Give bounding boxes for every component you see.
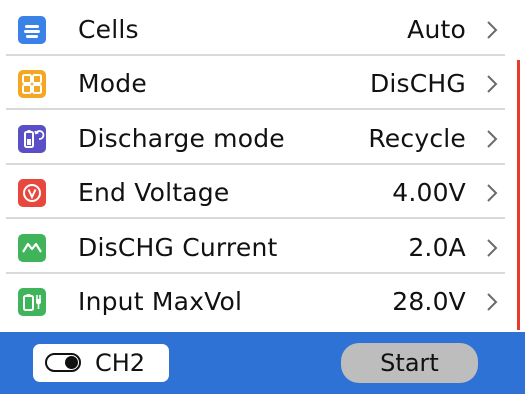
settings-row-mode[interactable]: Mode DisCHG [0,56,515,110]
row-value: DisCHG [369,69,466,98]
row-value: Recycle [368,124,466,153]
chevron-right-icon [485,238,499,258]
settings-row-dischg-current[interactable]: DisCHG Current 2.0A [0,220,515,274]
chevron-right-icon [485,292,499,312]
settings-row-cells[interactable]: Cells Auto [0,2,515,56]
row-value: 2.0A [408,233,466,262]
start-button[interactable]: Start [341,343,478,383]
row-value: 28.0V [392,287,466,316]
row-label: DisCHG Current [78,233,278,262]
mode-grid-icon [18,70,46,98]
row-label: End Voltage [78,178,230,207]
row-value: 4.00V [392,178,466,207]
scrollbar-thumb[interactable] [517,60,520,330]
row-label: Cells [78,15,139,44]
settings-row-end-voltage[interactable]: End Voltage 4.00V [0,165,515,219]
settings-screen: Cells Auto Mode DisCHG Discharge mode Re… [0,0,525,394]
chevron-right-icon [485,74,499,94]
chevron-right-icon [485,20,499,40]
row-value: Auto [407,15,466,44]
channel-label: CH2 [95,349,146,377]
row-divider [6,217,505,219]
toggle-knob [65,356,78,369]
start-button-label: Start [380,349,439,377]
row-label: Input MaxVol [78,287,243,316]
row-divider [6,108,505,110]
row-label: Discharge mode [78,124,285,153]
battery-cycle-icon [18,125,46,153]
channel-toggle[interactable]: CH2 [33,344,169,382]
settings-row-discharge-mode[interactable]: Discharge mode Recycle [0,111,515,165]
bottom-bar: CH2 Start [0,332,525,394]
chevron-right-icon [485,183,499,203]
chevron-right-icon [485,129,499,149]
settings-row-input-maxvol[interactable]: Input MaxVol 28.0V [0,274,515,328]
settings-list: Cells Auto Mode DisCHG Discharge mode Re… [0,0,525,332]
voltage-icon [18,179,46,207]
current-wave-icon [18,234,46,262]
scrollbar[interactable] [515,0,521,332]
toggle-switch-icon [45,353,81,372]
cells-icon [18,16,46,44]
battery-power-icon [18,288,46,316]
row-label: Mode [78,69,147,98]
